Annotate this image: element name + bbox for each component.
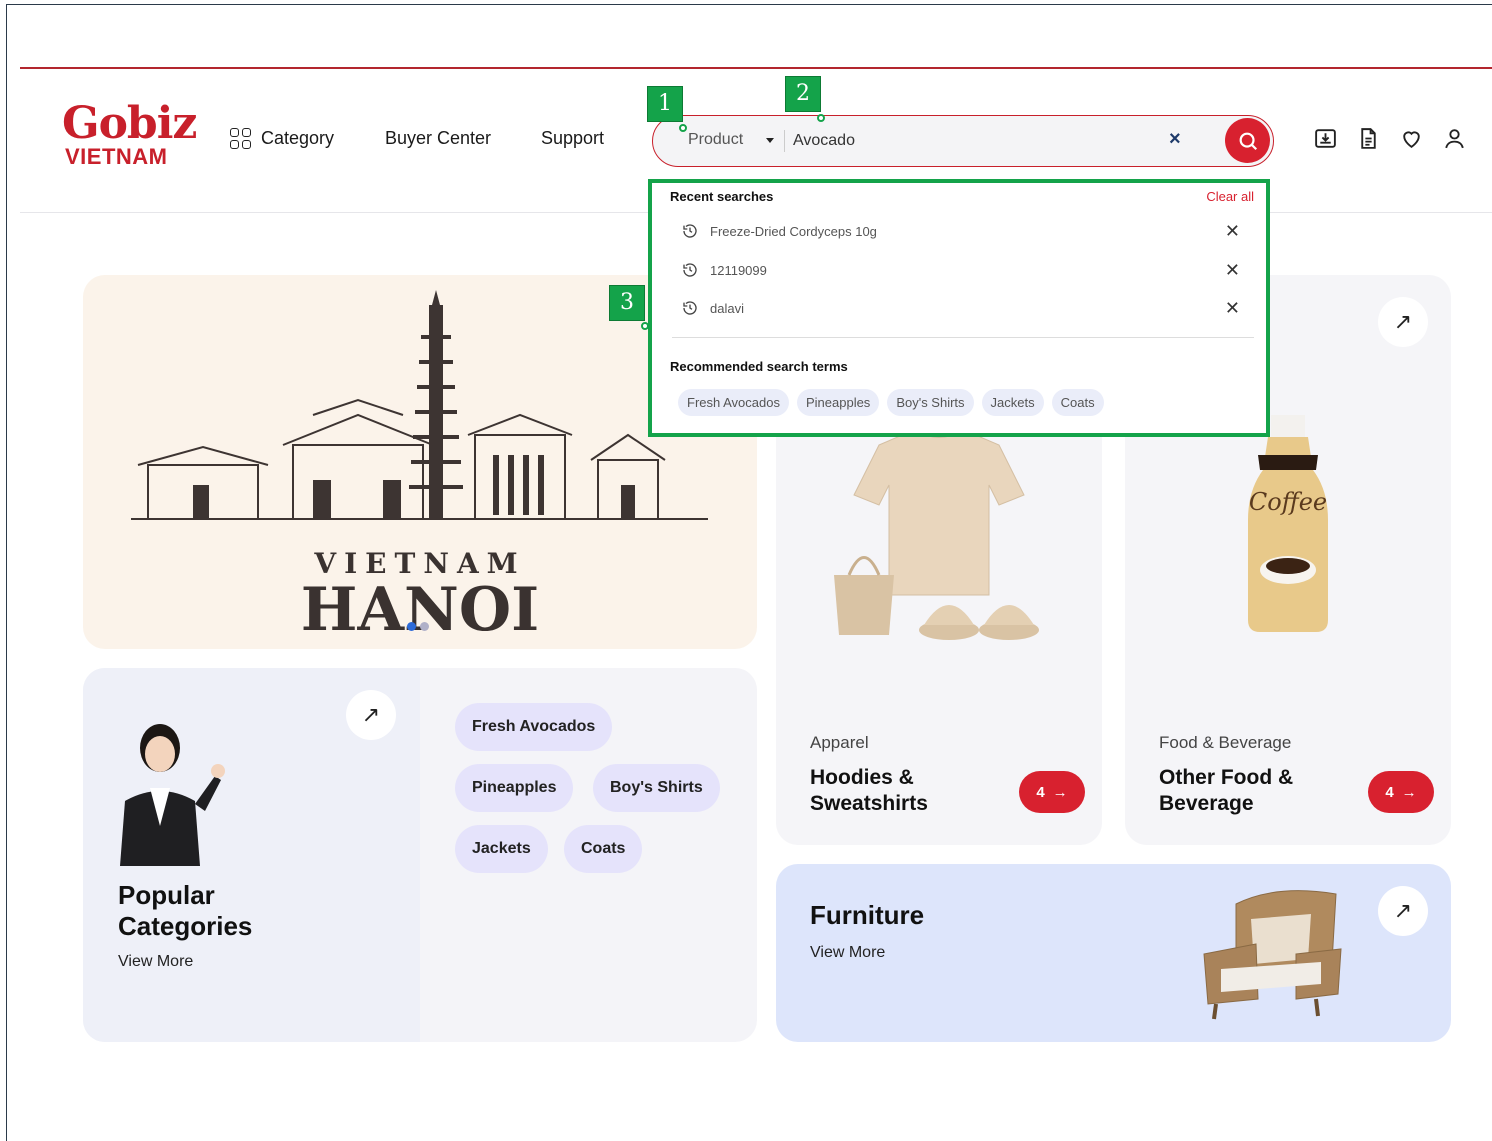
logo-subtitle: VIETNAM xyxy=(65,144,168,169)
search-suggestions-dropdown: Recent searches Clear all Freeze-Dried C… xyxy=(648,179,1270,437)
armchair-image xyxy=(1203,890,1342,1020)
food-count: 4 xyxy=(1385,783,1394,801)
popular-title: Popular Categories xyxy=(118,880,253,941)
marker-3-dot xyxy=(641,322,649,330)
recommended-tag[interactable]: Coats xyxy=(1051,389,1104,416)
arrow-up-right-icon: ↗ xyxy=(1393,309,1413,334)
search-button[interactable] xyxy=(1225,118,1270,163)
recommended-tag[interactable]: Fresh Avocados xyxy=(678,389,789,416)
arrow-up-right-icon: ↗ xyxy=(361,702,381,727)
category-chip[interactable]: Fresh Avocados xyxy=(455,703,613,751)
recommended-tag[interactable]: Pineapples xyxy=(796,389,880,416)
food-arrow-button[interactable]: ↗ xyxy=(1378,297,1428,347)
furniture-view-more[interactable]: View More xyxy=(810,944,885,962)
marker-2-dot xyxy=(817,114,825,122)
recent-search-text: 12119099 xyxy=(710,262,767,278)
recommended-heading: Recommended search terms xyxy=(670,359,848,374)
history-icon xyxy=(683,224,697,238)
recent-search-text: Freeze-Dried Cordyceps 10g xyxy=(710,223,877,239)
furniture-card[interactable]: Furniture View More ↗ xyxy=(776,864,1451,1042)
history-icon xyxy=(683,301,697,315)
carousel-dot-1[interactable] xyxy=(407,622,416,631)
marker-1: 1 xyxy=(647,86,683,122)
category-chip[interactable]: Coats xyxy=(564,825,643,873)
recent-search-item[interactable]: dalavi xyxy=(682,300,744,316)
coffee-bottle-image: Coffee xyxy=(1248,415,1328,632)
search-divider xyxy=(784,130,785,152)
clear-all-link[interactable]: Clear all xyxy=(1206,189,1254,204)
user-icon[interactable] xyxy=(1442,126,1467,151)
apparel-count-button[interactable]: 4 → xyxy=(1019,771,1085,813)
nav-buyer-center[interactable]: Buyer Center xyxy=(385,128,491,149)
logo-wordmark: Gobiz xyxy=(62,98,197,149)
import-box-icon[interactable] xyxy=(1313,126,1338,151)
arrow-right-icon: → xyxy=(1052,783,1068,801)
apparel-title: Hoodies & Sweatshirts xyxy=(810,766,928,815)
arrow-right-icon: → xyxy=(1401,783,1417,801)
search-type-select[interactable]: Product xyxy=(688,131,743,149)
search-bar: Product × xyxy=(652,115,1274,167)
presenter-woman-image xyxy=(120,724,225,866)
marker-1-dot xyxy=(679,124,687,132)
top-accent-line xyxy=(20,67,1492,69)
document-icon[interactable] xyxy=(1356,126,1381,151)
popular-view-more[interactable]: View More xyxy=(118,953,193,971)
category-chip[interactable]: Jackets xyxy=(455,825,548,873)
recommended-tags: Fresh Avocados Pineapples Boy's Shirts J… xyxy=(678,389,1104,416)
search-icon xyxy=(1239,132,1257,150)
search-input[interactable] xyxy=(793,127,1153,155)
remove-recent-icon[interactable]: ✕ xyxy=(1225,221,1240,242)
clear-search-icon[interactable]: × xyxy=(1169,128,1181,151)
recent-searches-heading: Recent searches xyxy=(670,189,774,204)
popular-left-panel: Popular Categories View More ↗ xyxy=(83,668,420,1042)
caret-down-icon[interactable] xyxy=(766,138,774,143)
food-count-button[interactable]: 4 → xyxy=(1368,771,1434,813)
recommended-tag[interactable]: Boy's Shirts xyxy=(887,389,974,416)
category-chip[interactable]: Boy's Shirts xyxy=(593,764,720,812)
furniture-title: Furniture xyxy=(810,900,925,930)
food-title: Other Food & Beverage xyxy=(1159,766,1294,815)
arrow-up-right-icon: ↗ xyxy=(1393,898,1413,923)
banner-city: HANOI xyxy=(300,575,540,645)
carousel-dots xyxy=(407,622,429,631)
nav-support[interactable]: Support xyxy=(541,128,604,149)
dropdown-divider xyxy=(672,337,1254,338)
recommended-tag[interactable]: Jackets xyxy=(981,389,1044,416)
recent-search-item[interactable]: 12119099 xyxy=(682,262,767,278)
remove-recent-icon[interactable]: ✕ xyxy=(1225,298,1240,319)
nav-category[interactable]: Category xyxy=(230,128,334,149)
popular-arrow-button[interactable]: ↗ xyxy=(346,690,396,740)
carousel-dot-2[interactable] xyxy=(420,622,429,631)
apparel-count: 4 xyxy=(1036,783,1045,801)
apparel-label: Apparel xyxy=(810,733,869,752)
recent-search-text: dalavi xyxy=(710,300,744,316)
furniture-arrow-button[interactable]: ↗ xyxy=(1378,886,1428,936)
marker-3: 3 xyxy=(609,285,645,321)
header-icons xyxy=(1313,126,1467,151)
heart-icon[interactable] xyxy=(1399,126,1424,151)
svg-text:Coffee: Coffee xyxy=(1249,488,1327,516)
history-icon xyxy=(683,263,697,277)
category-grid-icon xyxy=(230,128,251,149)
category-chip[interactable]: Pineapples xyxy=(455,764,574,812)
apparel-product-image xyxy=(834,429,1039,640)
nav-category-label: Category xyxy=(261,128,335,148)
food-label: Food & Beverage xyxy=(1159,733,1292,752)
logo[interactable]: Gobiz VIETNAM xyxy=(62,98,197,169)
recent-search-item[interactable]: Freeze-Dried Cordyceps 10g xyxy=(682,223,877,239)
marker-2: 2 xyxy=(785,76,821,112)
popular-categories-card: Popular Categories View More ↗ Fresh Avo… xyxy=(83,668,757,1042)
remove-recent-icon[interactable]: ✕ xyxy=(1225,260,1240,281)
